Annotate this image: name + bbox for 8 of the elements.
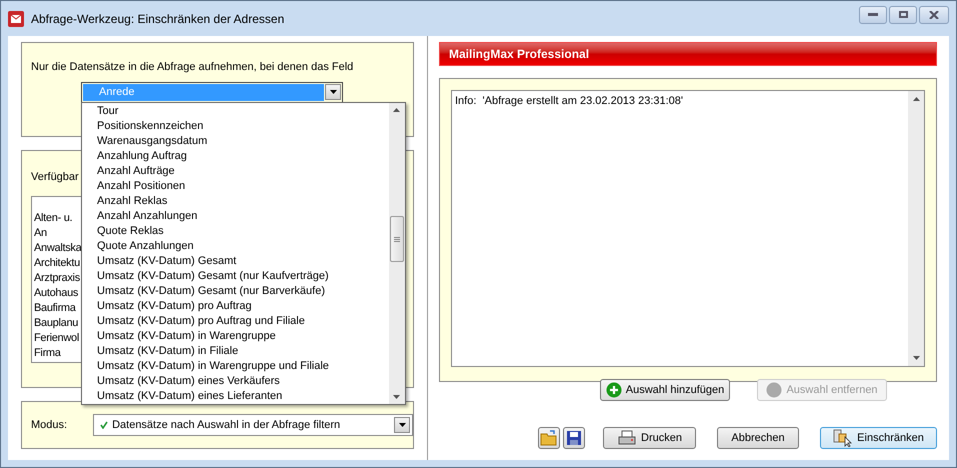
combo-value: Anrede <box>83 84 324 100</box>
info-text: Info: 'Abfrage erstellt am 23.02.2013 23:31:08' <box>454 94 684 109</box>
window-title: Abfrage-Werkzeug: Einschränken der Adressen <box>31 10 284 28</box>
available-label: Verfügbar <box>31 170 79 185</box>
product-header: MailingMax Professional <box>439 42 937 66</box>
mode-value: Datensätze nach Auswahl in der Abfrage filtern <box>112 418 342 433</box>
filter-prompt: Nur die Datensätze in die Abfrage aufnehmen, bei denen das Feld <box>31 60 354 75</box>
mode-label: Modus: <box>31 418 68 433</box>
